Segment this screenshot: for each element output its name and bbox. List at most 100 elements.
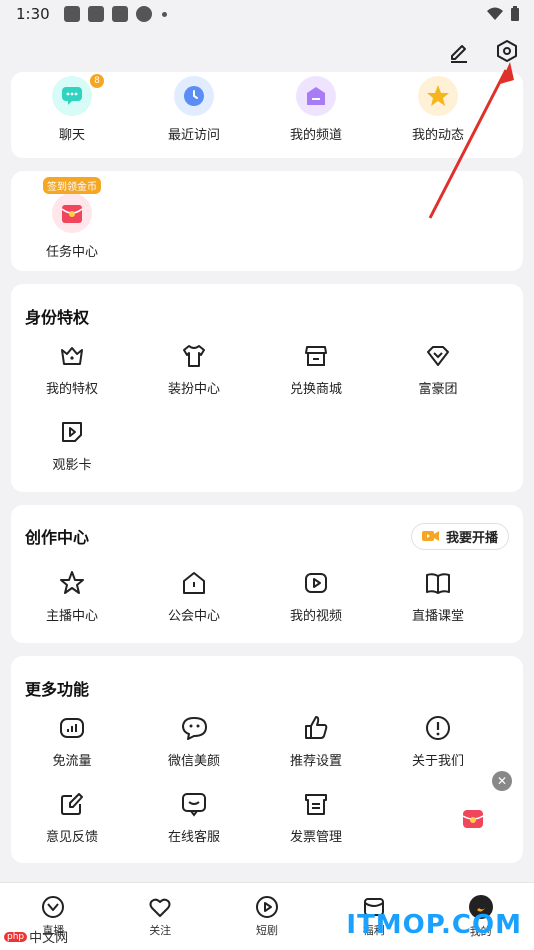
feedback-icon	[61, 793, 83, 815]
more-item-free-data[interactable]: 免流量	[11, 714, 133, 769]
floating-gift-icon[interactable]	[461, 807, 485, 831]
store-icon	[305, 346, 327, 366]
watermark-left: php 中文网	[4, 927, 68, 946]
data-icon	[60, 718, 84, 738]
go-live-label: 我要开播	[445, 530, 498, 546]
privilege-label: 富豪团	[418, 382, 458, 397]
signin-tag: 签到领金币	[43, 177, 101, 194]
section-title: 身份特权	[25, 308, 90, 327]
creation-card: 创作中心 我要开播 主播中心 公会中心 我的视频 直播课堂	[11, 505, 523, 643]
more-label: 推荐设置	[289, 754, 342, 769]
more-label: 关于我们	[411, 754, 464, 769]
notification-icon	[135, 6, 152, 22]
more-notifications-icon	[161, 11, 167, 17]
notification-icon	[87, 6, 104, 22]
notification-icon	[63, 6, 80, 22]
close-float-button[interactable]: ✕	[492, 771, 512, 791]
creation-item-class[interactable]: 直播课堂	[377, 569, 499, 624]
movie-card-icon	[62, 422, 82, 442]
php-badge: php	[4, 931, 28, 942]
video-camera-icon	[421, 531, 439, 541]
watermark-left-text: 中文网	[29, 931, 69, 946]
quick-item-label: 聊天	[58, 128, 85, 143]
watermark-right: ITMOP.COM	[346, 910, 522, 940]
top-actions	[446, 38, 520, 64]
task-center-label: 任务中心	[45, 245, 98, 260]
nav-label: 短剧	[255, 924, 278, 937]
more-label: 意见反馈	[45, 830, 98, 845]
task-card: 签到领金币 任务中心	[11, 171, 523, 271]
privilege-item-shop[interactable]: 兑换商城	[255, 342, 377, 397]
more-functions-card: 更多功能 免流量 微信美颜 推荐设置 关于我们 意见反馈 在线客服 发票管理	[11, 656, 523, 863]
quick-access-card: 8 聊天 最近访问 我的频道 我的动态	[11, 72, 523, 158]
video-icon	[305, 573, 327, 593]
creation-label: 公会中心	[167, 609, 220, 624]
privilege-item-rich[interactable]: 富豪团	[377, 342, 499, 397]
quick-item-label: 我的动态	[411, 128, 464, 143]
quick-item-label: 我的频道	[289, 128, 342, 143]
creation-label: 主播中心	[45, 609, 98, 624]
go-live-button[interactable]: 我要开播	[410, 522, 509, 550]
settings-icon[interactable]	[494, 38, 520, 64]
more-label: 免流量	[52, 754, 92, 769]
privilege-label: 我的特权	[45, 382, 98, 397]
status-bar: 1:30	[0, 0, 534, 28]
quick-item-channel[interactable]: 我的频道	[255, 76, 377, 143]
privilege-label: 观影卡	[52, 458, 92, 473]
star-outline-icon	[60, 571, 84, 594]
quick-item-label: 最近访问	[167, 128, 220, 143]
clock-icon	[174, 76, 214, 116]
privilege-label: 装扮中心	[167, 382, 220, 397]
quick-item-chat[interactable]: 8 聊天	[11, 74, 133, 143]
notification-icon	[111, 6, 128, 22]
more-item-invoice[interactable]: 发票管理	[255, 790, 377, 845]
quick-item-moments[interactable]: 我的动态	[377, 76, 499, 143]
more-item-about[interactable]: 关于我们	[377, 714, 499, 769]
star-icon	[418, 76, 458, 116]
privilege-label: 兑换商城	[289, 382, 342, 397]
privilege-item-mine[interactable]: 我的特权	[11, 342, 133, 397]
crown-icon	[61, 347, 83, 365]
diamond-icon	[427, 346, 449, 366]
edit-icon[interactable]	[446, 38, 472, 64]
more-item-feedback[interactable]: 意见反馈	[11, 790, 133, 845]
privilege-item-movie[interactable]: 观影卡	[11, 418, 133, 473]
creation-label: 直播课堂	[411, 609, 464, 624]
info-icon	[426, 716, 450, 740]
chat-icon: 8	[52, 74, 104, 116]
shirt-icon	[183, 345, 205, 367]
gift-icon: 签到领金币	[43, 177, 101, 233]
more-label: 在线客服	[167, 830, 220, 845]
more-item-support[interactable]: 在线客服	[133, 790, 255, 845]
live-icon	[42, 896, 65, 918]
section-title: 更多功能	[25, 680, 90, 699]
quick-item-recent[interactable]: 最近访问	[133, 76, 255, 143]
more-item-beauty[interactable]: 微信美颜	[133, 714, 255, 769]
section-title: 创作中心	[25, 528, 90, 547]
creation-item-guild[interactable]: 公会中心	[133, 569, 255, 624]
privilege-item-dress[interactable]: 装扮中心	[133, 342, 255, 397]
nav-follow[interactable]: 关注	[107, 883, 214, 950]
unread-badge: 8	[90, 74, 104, 88]
status-time: 1:30	[16, 5, 50, 23]
privilege-card: 身份特权 我的特权 装扮中心 兑换商城 富豪团 观影卡	[11, 284, 523, 492]
book-icon	[426, 573, 450, 594]
more-label: 微信美颜	[167, 754, 220, 769]
customer-service-icon	[182, 793, 206, 817]
nav-shorts[interactable]: 短剧	[214, 883, 321, 950]
creation-label: 我的视频	[289, 609, 342, 624]
creation-item-host[interactable]: 主播中心	[11, 569, 133, 624]
heart-icon	[149, 898, 171, 917]
more-item-recommend[interactable]: 推荐设置	[255, 714, 377, 769]
channel-icon	[296, 76, 336, 116]
play-icon	[255, 896, 278, 918]
wifi-icon	[487, 7, 503, 20]
nav-label: 关注	[149, 924, 172, 937]
invoice-icon	[305, 794, 327, 815]
task-center-item[interactable]: 签到领金币 任务中心	[11, 177, 133, 260]
battery-icon	[511, 6, 519, 21]
thumbs-up-icon	[305, 716, 328, 739]
beauty-icon	[182, 717, 207, 740]
more-label: 发票管理	[289, 830, 342, 845]
creation-item-video[interactable]: 我的视频	[255, 569, 377, 624]
